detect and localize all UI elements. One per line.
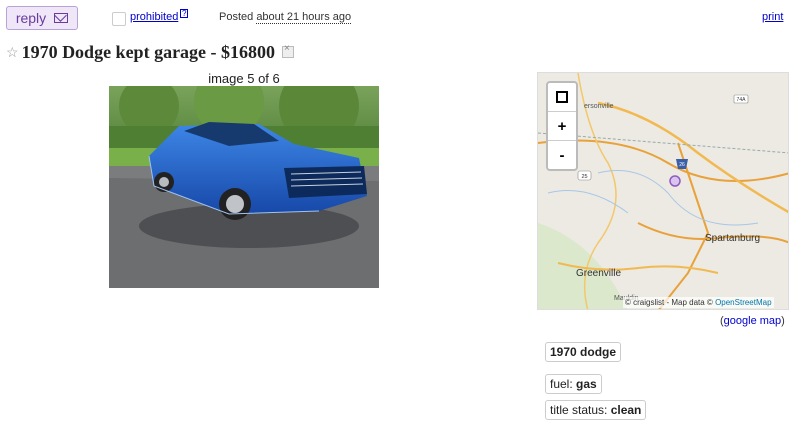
map-controls: + - (546, 81, 578, 171)
map-label-hendersonville: ersonville (584, 103, 614, 110)
attribution-text: © craigslist - Map data © (625, 298, 713, 307)
attr-fuel-label: fuel: (550, 377, 573, 391)
attr-title-status-value: clean (610, 403, 642, 417)
envelope-icon (54, 13, 69, 23)
posting-header: reply prohibited ? Posted about 21 hours… (0, 0, 800, 36)
posted-prefix: Posted (219, 11, 254, 23)
map-label-greenville: Greenville (576, 268, 621, 279)
posted-time: about 21 hours ago (256, 11, 352, 24)
google-map-link-wrap: (google map) (720, 315, 785, 327)
attr-title-status-label: title status: (550, 403, 608, 417)
openstreetmap-link[interactable]: OpenStreetMap (715, 298, 771, 307)
map-label-spartanburg: Spartanburg (705, 233, 760, 244)
prohibited-checkbox[interactable] (112, 12, 126, 26)
map-shield-25: 25 (581, 174, 587, 180)
prohibited-link[interactable]: prohibited (130, 11, 178, 23)
google-map-link[interactable]: google map (724, 315, 782, 327)
fullscreen-icon (556, 91, 568, 103)
listing-photo[interactable] (109, 86, 379, 288)
posting-title: 1970 Dodge kept garage - $16800 (21, 41, 276, 62)
reply-button[interactable]: reply (6, 6, 78, 30)
hide-icon[interactable] (282, 43, 295, 58)
attr-headline-value: 1970 dodge (550, 345, 617, 359)
map-attribution: © craigslist - Map data © OpenStreetMap (623, 297, 774, 308)
map-shield-26: 26 (679, 162, 685, 168)
attr-headline: 1970 dodge (545, 342, 622, 362)
posted-info: Posted about 21 hours ago (219, 11, 352, 24)
star-icon[interactable]: ☆ (6, 44, 19, 61)
map-shield-74a: 74A (737, 97, 747, 103)
zoom-in-button[interactable]: + (548, 112, 576, 141)
zoom-out-button[interactable]: - (548, 141, 576, 169)
fullscreen-button[interactable] (548, 83, 576, 112)
car-photo (109, 86, 379, 288)
attr-title-status: title status: clean (545, 400, 647, 420)
print-link[interactable]: print (762, 11, 783, 23)
prohibited-help-link[interactable]: ? (180, 9, 189, 18)
posting-title-row: ☆ 1970 Dodge kept garage - $16800 (6, 40, 295, 64)
attr-fuel: fuel: gas (545, 374, 602, 394)
attr-fuel-value: gas (576, 377, 597, 391)
image-caption: image 5 of 6 (208, 71, 280, 86)
reply-label: reply (15, 10, 47, 26)
